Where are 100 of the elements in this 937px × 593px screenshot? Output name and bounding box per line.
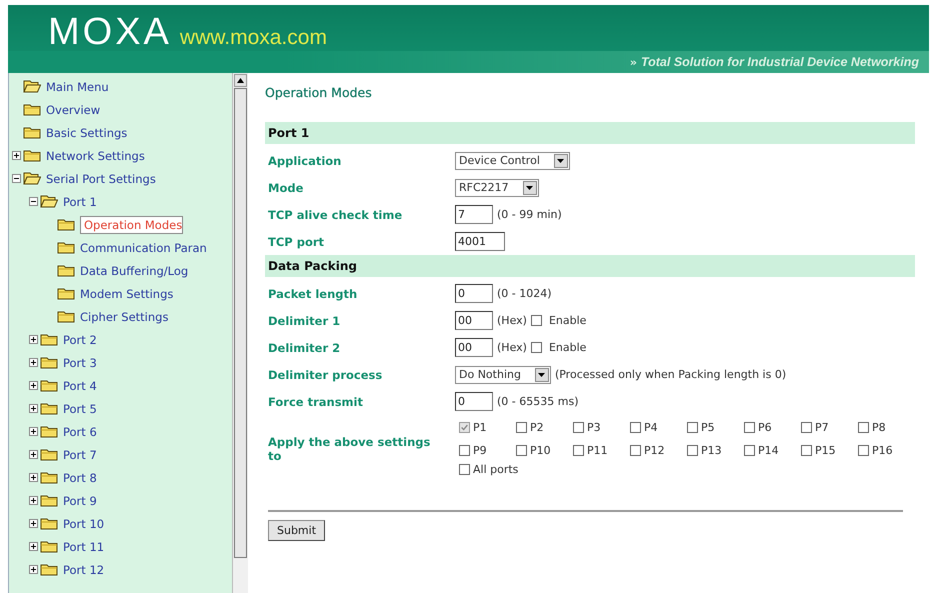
- field-label: Application: [267, 154, 342, 168]
- field-label: Delimiter process: [267, 368, 384, 382]
- checkbox-label: P16: [872, 444, 893, 457]
- checkbox[interactable]: [573, 445, 584, 456]
- checkbox[interactable]: [516, 445, 527, 456]
- site-address: www.moxa.com: [180, 26, 327, 50]
- folder-icon: [40, 471, 58, 484]
- checkbox[interactable]: [573, 422, 584, 433]
- menu-item[interactable]: Port 9: [63, 494, 97, 508]
- dropdown[interactable]: Device Control: [455, 152, 570, 170]
- expand-icon[interactable]: [12, 151, 21, 160]
- scroll-thumb[interactable]: [234, 88, 247, 558]
- folder-icon: [40, 379, 58, 392]
- menu-item[interactable]: Port 6: [63, 424, 97, 438]
- checkbox[interactable]: [630, 422, 641, 433]
- checkbox[interactable]: [801, 445, 812, 456]
- folder-icon: [23, 103, 41, 116]
- checkbox[interactable]: [516, 422, 527, 433]
- expand-icon[interactable]: [29, 358, 38, 367]
- checkbox[interactable]: [687, 422, 698, 433]
- menu-item[interactable]: Modem Settings: [80, 286, 174, 300]
- menu-item[interactable]: Main Menu: [46, 80, 109, 94]
- field-label: Delimiter 1: [267, 314, 342, 328]
- checkbox-label: P11: [587, 444, 608, 457]
- expand-icon[interactable]: [29, 496, 38, 505]
- checkbox[interactable]: [459, 464, 470, 475]
- expand-icon[interactable]: [29, 542, 38, 551]
- expand-icon[interactable]: [29, 450, 38, 459]
- menu-item[interactable]: Port 7: [63, 448, 97, 462]
- checkbox-label: All ports: [473, 463, 518, 476]
- input-field[interactable]: 0: [455, 284, 493, 303]
- expand-icon[interactable]: [29, 335, 38, 344]
- scrollbar[interactable]: [232, 73, 248, 593]
- menu-item[interactable]: Port 2: [63, 332, 97, 346]
- folder-icon: [40, 402, 58, 415]
- checkbox[interactable]: [530, 315, 542, 326]
- field-label: Delimiter 2: [267, 340, 342, 354]
- input-field[interactable]: 7: [455, 205, 493, 224]
- checkbox-label: P1: [473, 421, 487, 434]
- menu-item[interactable]: Port 5: [63, 402, 97, 416]
- checkbox[interactable]: [687, 445, 698, 456]
- checkbox-label: P6: [758, 421, 772, 434]
- checkbox[interactable]: [530, 342, 542, 353]
- expand-icon[interactable]: [29, 473, 38, 482]
- section-header: Port 1: [265, 122, 915, 144]
- checkbox[interactable]: [801, 422, 812, 433]
- checkbox[interactable]: [744, 445, 755, 456]
- checkbox-label: P10: [530, 444, 551, 457]
- input-field[interactable]: 00: [455, 311, 493, 330]
- field-label: TCP port: [267, 234, 326, 248]
- menu-item[interactable]: Port 8: [63, 470, 97, 484]
- hint-text: (0 - 65535 ms): [497, 395, 578, 408]
- folder-icon: [23, 126, 41, 139]
- expand-icon[interactable]: [29, 381, 38, 390]
- caret-icon[interactable]: [526, 186, 534, 190]
- caret-icon[interactable]: [538, 372, 546, 376]
- checkbox-label: P5: [701, 421, 715, 434]
- dropdown[interactable]: Do Nothing: [455, 366, 551, 384]
- checkbox[interactable]: [858, 445, 869, 456]
- folder-icon: [57, 287, 75, 300]
- menu-item[interactable]: Network Settings: [46, 148, 145, 162]
- checkbox-label: P3: [587, 421, 601, 434]
- open-folder-icon: [23, 172, 41, 185]
- input-field[interactable]: 4001: [455, 232, 505, 251]
- folder-icon: [40, 540, 58, 553]
- checkbox[interactable]: [858, 422, 869, 433]
- expand-icon[interactable]: [29, 519, 38, 528]
- menu-item[interactable]: Communication Paran: [80, 240, 207, 254]
- submit-button[interactable]: Submit: [268, 520, 326, 541]
- menu-item[interactable]: Port 11: [63, 540, 104, 554]
- dropdown[interactable]: RFC2217: [455, 178, 539, 196]
- checkbox[interactable]: [630, 445, 641, 456]
- menu-item[interactable]: Overview: [46, 102, 100, 116]
- folder-icon: [40, 448, 58, 461]
- menu-item[interactable]: Port 12: [63, 562, 104, 576]
- checkbox[interactable]: [459, 445, 470, 456]
- expand-icon[interactable]: [29, 404, 38, 413]
- menu-item[interactable]: Port 1: [63, 194, 97, 208]
- menu-item[interactable]: Port 10: [63, 516, 104, 530]
- menu-item[interactable]: Basic Settings: [46, 126, 128, 140]
- expand-icon[interactable]: [29, 565, 38, 574]
- menu-item[interactable]: Cipher Settings: [80, 310, 168, 324]
- input-field[interactable]: 0: [455, 392, 493, 411]
- menu-item[interactable]: Serial Port Settings: [46, 172, 156, 186]
- folder-icon: [57, 264, 75, 277]
- collapse-icon[interactable]: [29, 197, 38, 206]
- checkbox[interactable]: [744, 422, 755, 433]
- menu-item[interactable]: Data Buffering/Log: [80, 264, 188, 278]
- expand-icon[interactable]: [29, 427, 38, 436]
- scroll-up-icon[interactable]: [234, 74, 247, 87]
- collapse-icon[interactable]: [12, 174, 21, 183]
- menu-item[interactable]: Operation Modes: [80, 216, 184, 234]
- folder-icon: [40, 333, 58, 346]
- menu-item[interactable]: Port 3: [63, 356, 97, 370]
- logo-text: MOXA: [48, 11, 172, 54]
- input-field[interactable]: 00: [455, 338, 493, 357]
- caret-icon[interactable]: [557, 158, 564, 162]
- menu-item[interactable]: Port 4: [63, 378, 97, 392]
- folder-icon: [40, 563, 58, 576]
- hint-text: (Processed only when Packing length is 0): [554, 368, 786, 381]
